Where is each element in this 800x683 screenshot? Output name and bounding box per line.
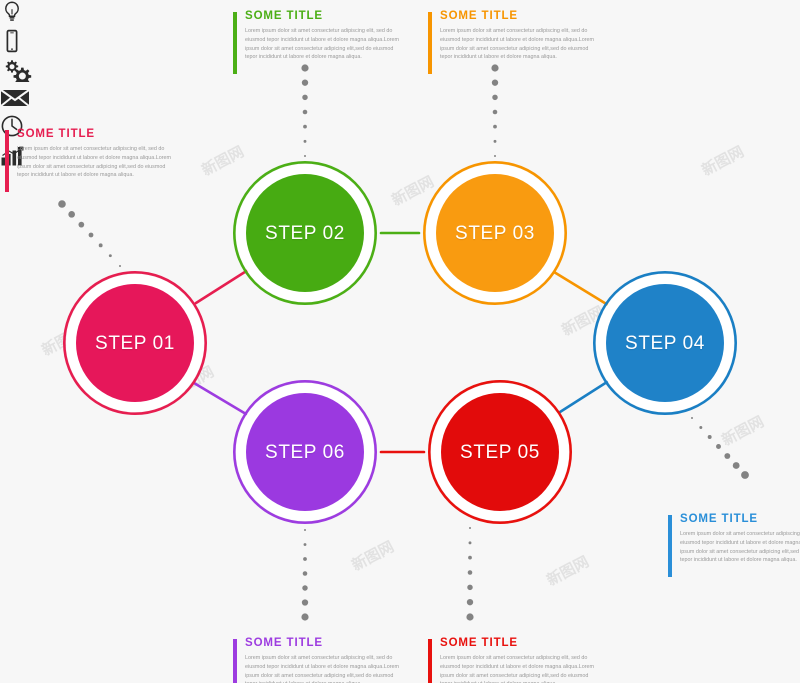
callout-body: Lorem ipsum dolor sit amet consectetur a…	[245, 655, 400, 683]
callout-title: SOME TITLE	[680, 513, 758, 525]
callout-accent-bar	[233, 12, 237, 74]
callout-body: Lorem ipsum dolor sit amet consectetur a…	[440, 28, 595, 61]
step-04-label: STEP 04	[625, 333, 705, 354]
step-06-label: STEP 06	[265, 442, 345, 463]
callout-title: SOME TITLE	[245, 10, 323, 22]
step-03-label: STEP 03	[455, 223, 535, 244]
callout-envelope: SOME TITLE Lorem ipsum dolor sit amet con…	[668, 513, 800, 577]
infographic-canvas: 新图网 新图网 新图网 新图网 新图网 新图网 新图网 新图网 新图网 STEP 01 STEP …	[0, 0, 800, 683]
callout-title: SOME TITLE	[440, 10, 518, 22]
callout-title: SOME TITLE	[440, 637, 518, 649]
step-01-label: STEP 01	[95, 333, 175, 354]
callout-accent-bar	[233, 639, 237, 683]
callout-accent-bar	[428, 12, 432, 74]
callout-title: SOME TITLE	[17, 128, 95, 140]
callout-chart: SOME TITLE Lorem ipsum dolor sit amet con…	[428, 637, 595, 683]
callout-accent-bar	[428, 639, 432, 683]
callout-body: Lorem ipsum dolor sit amet consectetur a…	[440, 655, 595, 683]
callout-gears: SOME TITLE Lorem ipsum dolor sit amet con…	[5, 128, 172, 192]
callout-body: Lorem ipsum dolor sit amet consectetur a…	[17, 146, 172, 179]
callout-accent-bar	[668, 515, 672, 577]
step-02-label: STEP 02	[265, 223, 345, 244]
callout-body: Lorem ipsum dolor sit amet consectetur a…	[245, 28, 400, 61]
callout-title: SOME TITLE	[245, 637, 323, 649]
callout-body: Lorem ipsum dolor sit amet consectetur a…	[680, 531, 800, 564]
callout-phone: SOME TITLE Lorem ipsum dolor sit amet con…	[428, 10, 595, 74]
step-05-label: STEP 05	[460, 442, 540, 463]
callout-bulb: SOME TITLE Lorem ipsum dolor sit amet con…	[233, 10, 400, 74]
callout-clock: SOME TITLE Lorem ipsum dolor sit amet con…	[233, 637, 400, 683]
callout-accent-bar	[5, 130, 9, 192]
